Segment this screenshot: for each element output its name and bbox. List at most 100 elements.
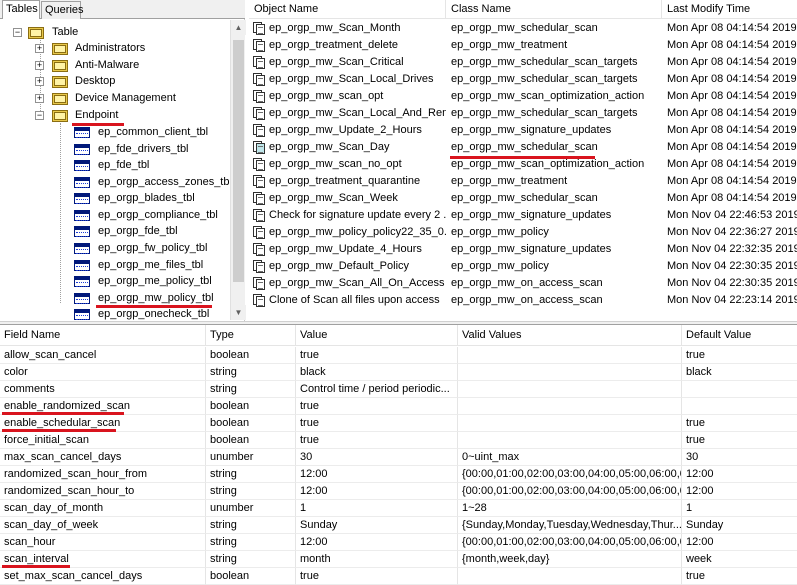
tree-table-item[interactable]: ep_orgp_blades_tbl bbox=[0, 190, 230, 207]
column-header-default-value[interactable]: Default Value bbox=[682, 325, 797, 346]
column-header-value[interactable]: Value bbox=[296, 325, 458, 346]
collapse-icon[interactable]: − bbox=[13, 28, 22, 37]
tab-queries[interactable]: Queries bbox=[41, 1, 84, 19]
field-value-cell[interactable]: true bbox=[296, 568, 458, 585]
field-row[interactable]: randomized_scan_hour_from string 12:00 {00:… bbox=[0, 466, 797, 483]
field-row[interactable]: set_max_scan_cancel_days boolean true true bbox=[0, 568, 797, 585]
field-value-cell[interactable]: true bbox=[296, 398, 458, 415]
tree-table-item[interactable]: ep_orgp_fde_tbl bbox=[0, 223, 230, 240]
field-default-value-cell: true bbox=[682, 415, 797, 432]
object-row[interactable]: ep_orgp_mw_policy_policy22_35_0... ep_org… bbox=[249, 224, 797, 241]
field-row[interactable]: color string black black bbox=[0, 364, 797, 381]
object-name-cell: ep_orgp_mw_Scan_All_On_Access bbox=[269, 277, 445, 289]
object-name-cell: ep_orgp_treatment_quarantine bbox=[269, 175, 421, 187]
field-row[interactable]: enable_schedular_scan boolean true true bbox=[0, 415, 797, 432]
tree-table-item[interactable]: ep_orgp_onecheck_tbl bbox=[0, 306, 230, 320]
field-valid-values-cell bbox=[458, 415, 682, 432]
class-name-cell: ep_orgp_mw_schedular_scan_targets bbox=[451, 56, 638, 68]
tree-table-item[interactable]: ep_common_client_tbl bbox=[0, 124, 230, 141]
field-row[interactable]: scan_interval string month {month,week,day}… bbox=[0, 551, 797, 568]
expand-icon[interactable]: + bbox=[35, 61, 44, 70]
column-header-object-name[interactable]: Object Name bbox=[249, 0, 446, 19]
field-row[interactable]: scan_day_of_week string Sunday {Sunday,Mond… bbox=[0, 517, 797, 534]
tree-table-item[interactable]: ep_orgp_me_policy_tbl bbox=[0, 273, 230, 290]
tree-table-item[interactable]: ep_fde_drivers_tbl bbox=[0, 141, 230, 158]
column-header-valid-values[interactable]: Valid Values bbox=[458, 325, 682, 346]
object-icon bbox=[253, 260, 266, 273]
object-row[interactable]: ep_orgp_mw_Scan_Day ep_orgp_mw_schedular_… bbox=[249, 139, 797, 156]
tree-table-item[interactable]: ep_orgp_me_files_tbl bbox=[0, 257, 230, 274]
tree-table-item[interactable]: ep_fde_tbl bbox=[0, 157, 230, 174]
object-icon bbox=[253, 56, 266, 69]
expand-icon[interactable]: + bbox=[35, 77, 44, 86]
tree-table-item[interactable]: ep_orgp_fw_policy_tbl bbox=[0, 240, 230, 257]
field-value-cell[interactable]: true bbox=[296, 432, 458, 449]
scroll-down-icon[interactable]: ▼ bbox=[231, 305, 246, 320]
field-value-cell[interactable]: true bbox=[296, 415, 458, 432]
field-row[interactable]: force_initial_scan boolean true true bbox=[0, 432, 797, 449]
table-icon bbox=[74, 293, 90, 304]
tree-folder-endpoint[interactable]: − Endpoint bbox=[0, 107, 230, 124]
object-row[interactable]: ep_orgp_mw_Scan_All_On_Access ep_orgp_mw_… bbox=[249, 275, 797, 292]
tree-item-root[interactable]: − Table bbox=[0, 24, 230, 41]
tree-scrollbar[interactable]: ▲ ▼ bbox=[230, 20, 246, 320]
object-row[interactable]: ep_orgp_mw_Scan_Month ep_orgp_mw_schedula… bbox=[249, 20, 797, 37]
tree-folder-administrators[interactable]: + Administrators bbox=[0, 40, 230, 57]
field-value-cell[interactable]: 30 bbox=[296, 449, 458, 466]
expand-icon[interactable]: + bbox=[35, 94, 44, 103]
table-icon bbox=[74, 243, 90, 254]
scroll-up-icon[interactable]: ▲ bbox=[231, 20, 246, 35]
object-row[interactable]: ep_orgp_mw_Scan_Critical ep_orgp_mw_sched… bbox=[249, 54, 797, 71]
field-row[interactable]: randomized_scan_hour_to string 12:00 {00:00… bbox=[0, 483, 797, 500]
expand-icon[interactable]: + bbox=[35, 44, 44, 53]
class-name-cell: ep_orgp_mw_schedular_scan_targets bbox=[451, 107, 638, 119]
tree-folder-desktop[interactable]: + Desktop bbox=[0, 73, 230, 90]
object-row[interactable]: ep_orgp_mw_scan_opt ep_orgp_mw_scan_optim… bbox=[249, 88, 797, 105]
tree-panel: Tables Queries − Table + Administrators … bbox=[0, 0, 246, 321]
collapse-icon[interactable]: − bbox=[35, 111, 44, 120]
tab-tables[interactable]: Tables bbox=[2, 0, 40, 19]
field-value-cell[interactable]: 12:00 bbox=[296, 483, 458, 500]
field-row[interactable]: comments string Control time / period peri… bbox=[0, 381, 797, 398]
table-icon bbox=[74, 177, 90, 188]
field-row[interactable]: max_scan_cancel_days unumber 30 0~uint_max 3… bbox=[0, 449, 797, 466]
object-row[interactable]: ep_orgp_mw_Update_2_Hours ep_orgp_mw_sign… bbox=[249, 122, 797, 139]
object-icon bbox=[253, 294, 266, 307]
field-value-cell[interactable]: true bbox=[296, 347, 458, 364]
object-row[interactable]: Check for signature update every 2 ... ep… bbox=[249, 207, 797, 224]
object-icon bbox=[253, 209, 266, 222]
field-value-cell[interactable]: 12:00 bbox=[296, 534, 458, 551]
object-row[interactable]: ep_orgp_treatment_delete ep_orgp_mw_treat… bbox=[249, 37, 797, 54]
class-name-cell: ep_orgp_mw_on_access_scan bbox=[451, 277, 603, 289]
tree-table-item[interactable]: ep_orgp_access_zones_tbl bbox=[0, 174, 230, 191]
column-header-class-name[interactable]: Class Name bbox=[446, 0, 662, 19]
field-value-cell[interactable]: Control time / period periodic... bbox=[296, 381, 458, 398]
field-value-cell[interactable]: 1 bbox=[296, 500, 458, 517]
object-row[interactable]: ep_orgp_mw_Default_Policy ep_orgp_mw_poli… bbox=[249, 258, 797, 275]
object-row[interactable]: ep_orgp_mw_Scan_Local_And_Rem... ep_orgp_… bbox=[249, 105, 797, 122]
column-header-field-name[interactable]: Field Name bbox=[0, 325, 206, 346]
scroll-thumb[interactable] bbox=[233, 40, 244, 282]
tree-item-label: Table bbox=[52, 26, 79, 38]
object-row[interactable]: ep_orgp_treatment_quarantine ep_orgp_mw_t… bbox=[249, 173, 797, 190]
field-valid-values-cell: {00:00,01:00,02:00,03:00,04:00,05:00,06:… bbox=[458, 483, 682, 500]
field-row[interactable]: scan_hour string 12:00 {00:00,01:00,02:00,0… bbox=[0, 534, 797, 551]
column-header-type[interactable]: Type bbox=[206, 325, 296, 346]
tree-item-label: ep_orgp_me_files_tbl bbox=[98, 259, 204, 271]
tree-folder-anti-malware[interactable]: + Anti-Malware bbox=[0, 57, 230, 74]
column-header-last-modify-time[interactable]: Last Modify Time bbox=[662, 0, 797, 19]
field-value-cell[interactable]: Sunday bbox=[296, 517, 458, 534]
table-icon bbox=[74, 160, 90, 171]
field-value-cell[interactable]: month bbox=[296, 551, 458, 568]
object-row[interactable]: ep_orgp_mw_Scan_Local_Drives ep_orgp_mw_s… bbox=[249, 71, 797, 88]
modify-time-cell: Mon Apr 08 04:14:54 2019 bbox=[667, 141, 797, 153]
tree-folder-device-management[interactable]: + Device Management bbox=[0, 90, 230, 107]
field-row[interactable]: scan_day_of_month unumber 1 1~28 1 bbox=[0, 500, 797, 517]
field-row[interactable]: allow_scan_cancel boolean true true bbox=[0, 347, 797, 364]
field-value-cell[interactable]: 12:00 bbox=[296, 466, 458, 483]
tree-table-item[interactable]: ep_orgp_compliance_tbl bbox=[0, 207, 230, 224]
object-row[interactable]: ep_orgp_mw_Scan_Week ep_orgp_mw_schedular… bbox=[249, 190, 797, 207]
field-value-cell[interactable]: black bbox=[296, 364, 458, 381]
object-row[interactable]: ep_orgp_mw_Update_4_Hours ep_orgp_mw_sign… bbox=[249, 241, 797, 258]
object-row[interactable]: Clone of Scan all files upon access ep_or… bbox=[249, 292, 797, 309]
